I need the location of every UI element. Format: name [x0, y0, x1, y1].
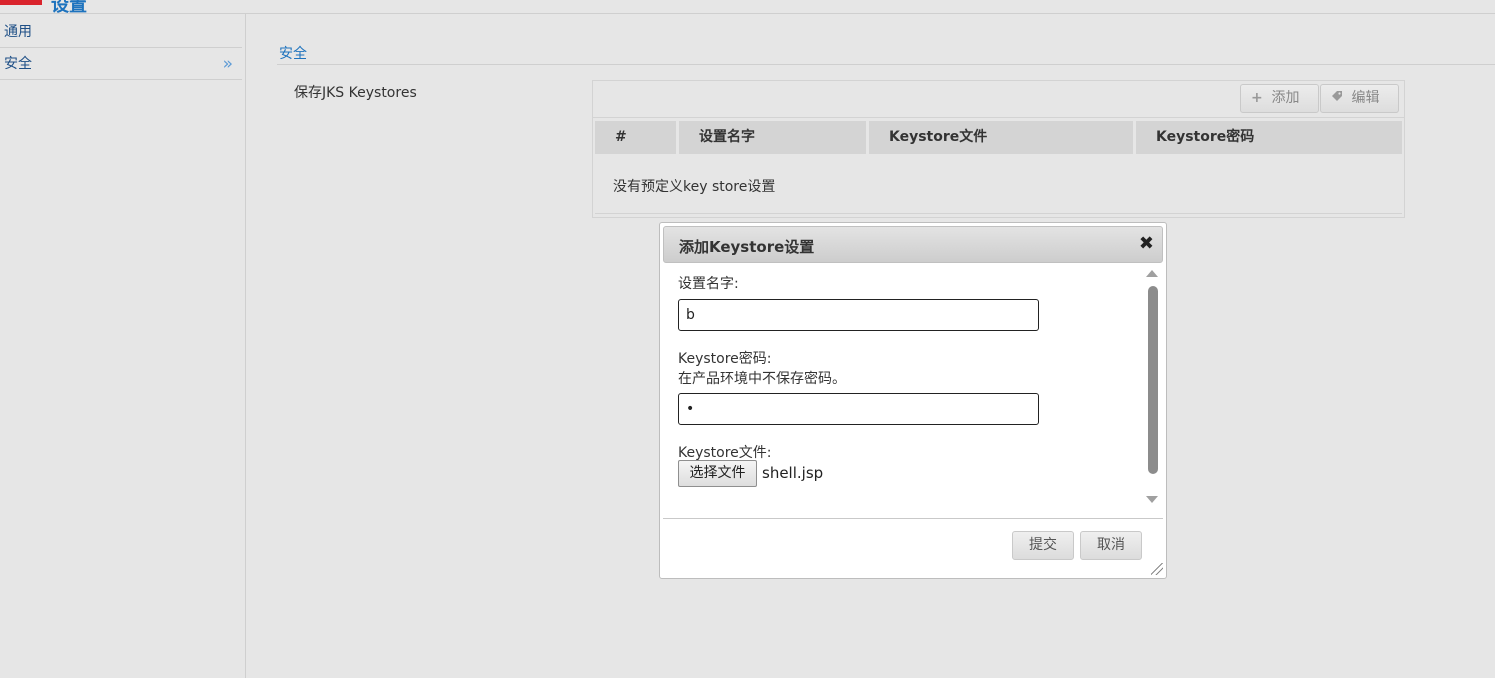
- password-field[interactable]: •: [678, 393, 1039, 425]
- column-header-index[interactable]: #: [595, 121, 676, 154]
- add-button-label: 添加: [1271, 90, 1300, 106]
- scroll-up-arrow-icon[interactable]: [1146, 270, 1158, 277]
- table-header: # 设置名字 Keystore文件 Keystore密码: [595, 121, 1402, 154]
- app-title: 设置: [51, 0, 87, 14]
- password-hint: 在产品环境中不保存密码。: [678, 371, 846, 387]
- edit-button[interactable]: 编辑: [1320, 84, 1399, 113]
- double-chevron-right-icon: »: [222, 54, 233, 74]
- sidebar-item-label: 通用: [4, 24, 32, 40]
- password-label: Keystore密码:: [678, 351, 772, 367]
- tag-icon: [1331, 85, 1347, 112]
- edit-button-label: 编辑: [1351, 90, 1380, 106]
- dialog-footer-divider: [663, 518, 1163, 519]
- grid-toolbar: + 添加 编辑: [593, 81, 1404, 118]
- resize-handle-icon[interactable]: [1151, 563, 1163, 575]
- scrollbar-thumb[interactable]: [1148, 286, 1158, 474]
- grid-bottom-divider: [595, 213, 1402, 214]
- keystore-grid: + 添加 编辑 # 设置名字 Keystore文件 Keystore密码 没有预…: [592, 80, 1405, 218]
- dialog-title: 添加Keystore设置: [679, 238, 815, 256]
- name-field[interactable]: b: [678, 299, 1039, 331]
- section-title: 安全: [279, 46, 307, 62]
- cancel-button[interactable]: 取消: [1080, 531, 1142, 560]
- dialog-titlebar[interactable]: 添加Keystore设置 ✖: [663, 226, 1163, 263]
- file-label: Keystore文件:: [678, 445, 772, 461]
- dialog-body: 设置名字: b Keystore密码: 在产品环境中不保存密码。 • Keyst…: [660, 265, 1166, 517]
- name-label: 设置名字:: [678, 276, 739, 292]
- sidebar-item-label: 安全: [4, 56, 32, 72]
- add-keystore-dialog: 添加Keystore设置 ✖ 设置名字: b Keystore密码: 在产品环境…: [659, 222, 1167, 579]
- sidebar-item-security[interactable]: 安全 »: [0, 48, 242, 80]
- empty-table-message: 没有预定义key store设置: [613, 179, 776, 195]
- app-header: 设置: [0, 0, 1495, 14]
- plus-icon: +: [1251, 90, 1263, 106]
- sidebar: 通用 安全 »: [0, 14, 246, 678]
- scroll-down-arrow-icon[interactable]: [1146, 496, 1158, 503]
- add-button[interactable]: + 添加: [1240, 84, 1319, 113]
- sidebar-item-general[interactable]: 通用: [0, 16, 242, 48]
- column-header-file[interactable]: Keystore文件: [869, 121, 1133, 154]
- close-icon[interactable]: ✖: [1139, 233, 1154, 254]
- section-divider: [277, 64, 1495, 65]
- submit-button[interactable]: 提交: [1012, 531, 1074, 560]
- keystores-label: 保存JKS Keystores: [294, 85, 417, 101]
- column-header-password[interactable]: Keystore密码: [1136, 121, 1402, 154]
- selected-file-name: shell.jsp: [762, 464, 824, 482]
- column-header-name[interactable]: 设置名字: [679, 121, 866, 154]
- app-logo: [0, 0, 42, 5]
- choose-file-button[interactable]: 选择文件: [678, 460, 757, 487]
